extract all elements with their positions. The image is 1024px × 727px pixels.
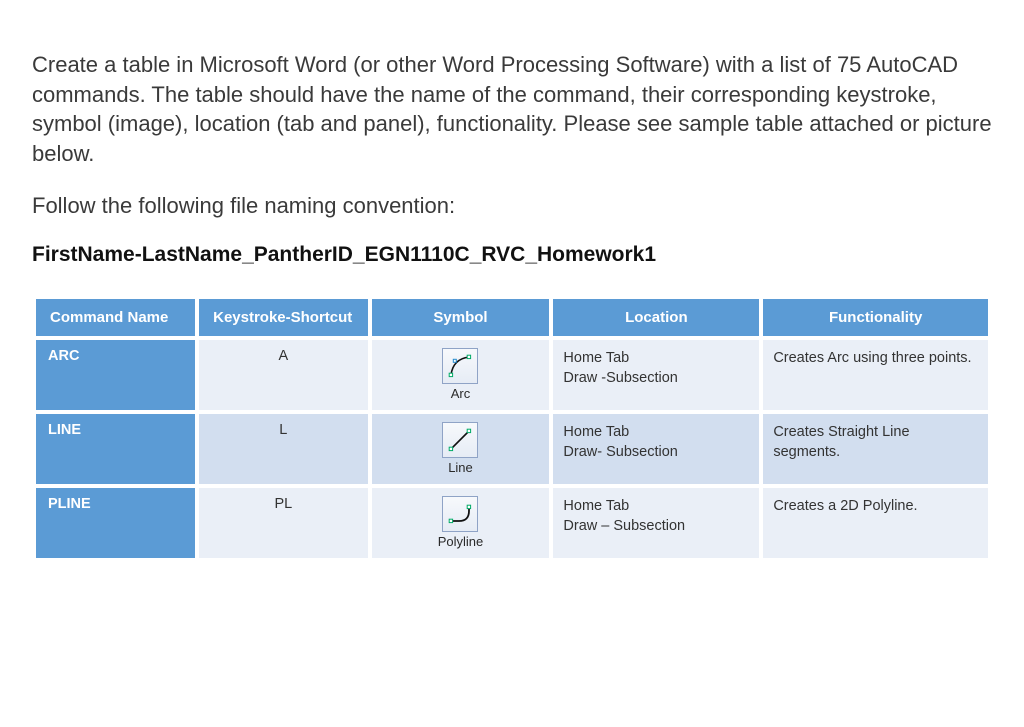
location-line2: Draw -Subsection	[563, 370, 677, 386]
table-row: LINE L Line Home Tab Draw- Subsectio	[36, 414, 988, 484]
polyline-icon	[442, 496, 478, 532]
location-line1: Home Tab	[563, 350, 629, 366]
table-header-row: Command Name Keystroke-Shortcut Symbol L…	[36, 299, 988, 336]
location-line2: Draw – Subsection	[563, 518, 685, 534]
cell-command-name: LINE	[36, 414, 195, 484]
cell-symbol: Line	[372, 414, 550, 484]
col-header-symbol: Symbol	[372, 299, 550, 336]
line-icon	[442, 422, 478, 458]
instructions-paragraph: Create a table in Microsoft Word (or oth…	[32, 50, 992, 169]
cell-functionality: Creates Straight Line segments.	[763, 414, 988, 484]
table-row: PLINE PL Polyline Home Tab Draw – Su	[36, 488, 988, 558]
naming-convention-heading: Follow the following file naming convent…	[32, 193, 992, 219]
symbol-label: Polyline	[438, 534, 484, 549]
cell-command-name: ARC	[36, 340, 195, 410]
col-header-location: Location	[553, 299, 759, 336]
col-header-keystroke: Keystroke-Shortcut	[199, 299, 367, 336]
filename-pattern: FirstName-LastName_PantherID_EGN1110C_RV…	[32, 243, 992, 267]
cell-keystroke: L	[199, 414, 367, 484]
location-line1: Home Tab	[563, 498, 629, 514]
symbol-label: Arc	[442, 386, 478, 401]
cell-symbol: Polyline	[372, 488, 550, 558]
col-header-command: Command Name	[36, 299, 195, 336]
location-line1: Home Tab	[563, 424, 629, 440]
arc-icon	[442, 348, 478, 384]
symbol-label: Line	[442, 460, 478, 475]
table-row: ARC A Arc Home Tab Dr	[36, 340, 988, 410]
commands-table: Command Name Keystroke-Shortcut Symbol L…	[32, 295, 992, 562]
cell-location: Home Tab Draw- Subsection	[553, 414, 759, 484]
cell-location: Home Tab Draw – Subsection	[553, 488, 759, 558]
cell-location: Home Tab Draw -Subsection	[553, 340, 759, 410]
cell-keystroke: A	[199, 340, 367, 410]
location-line2: Draw- Subsection	[563, 444, 677, 460]
cell-command-name: PLINE	[36, 488, 195, 558]
cell-functionality: Creates a 2D Polyline.	[763, 488, 988, 558]
cell-symbol: Arc	[372, 340, 550, 410]
cell-keystroke: PL	[199, 488, 367, 558]
cell-functionality: Creates Arc using three points.	[763, 340, 988, 410]
col-header-functionality: Functionality	[763, 299, 988, 336]
